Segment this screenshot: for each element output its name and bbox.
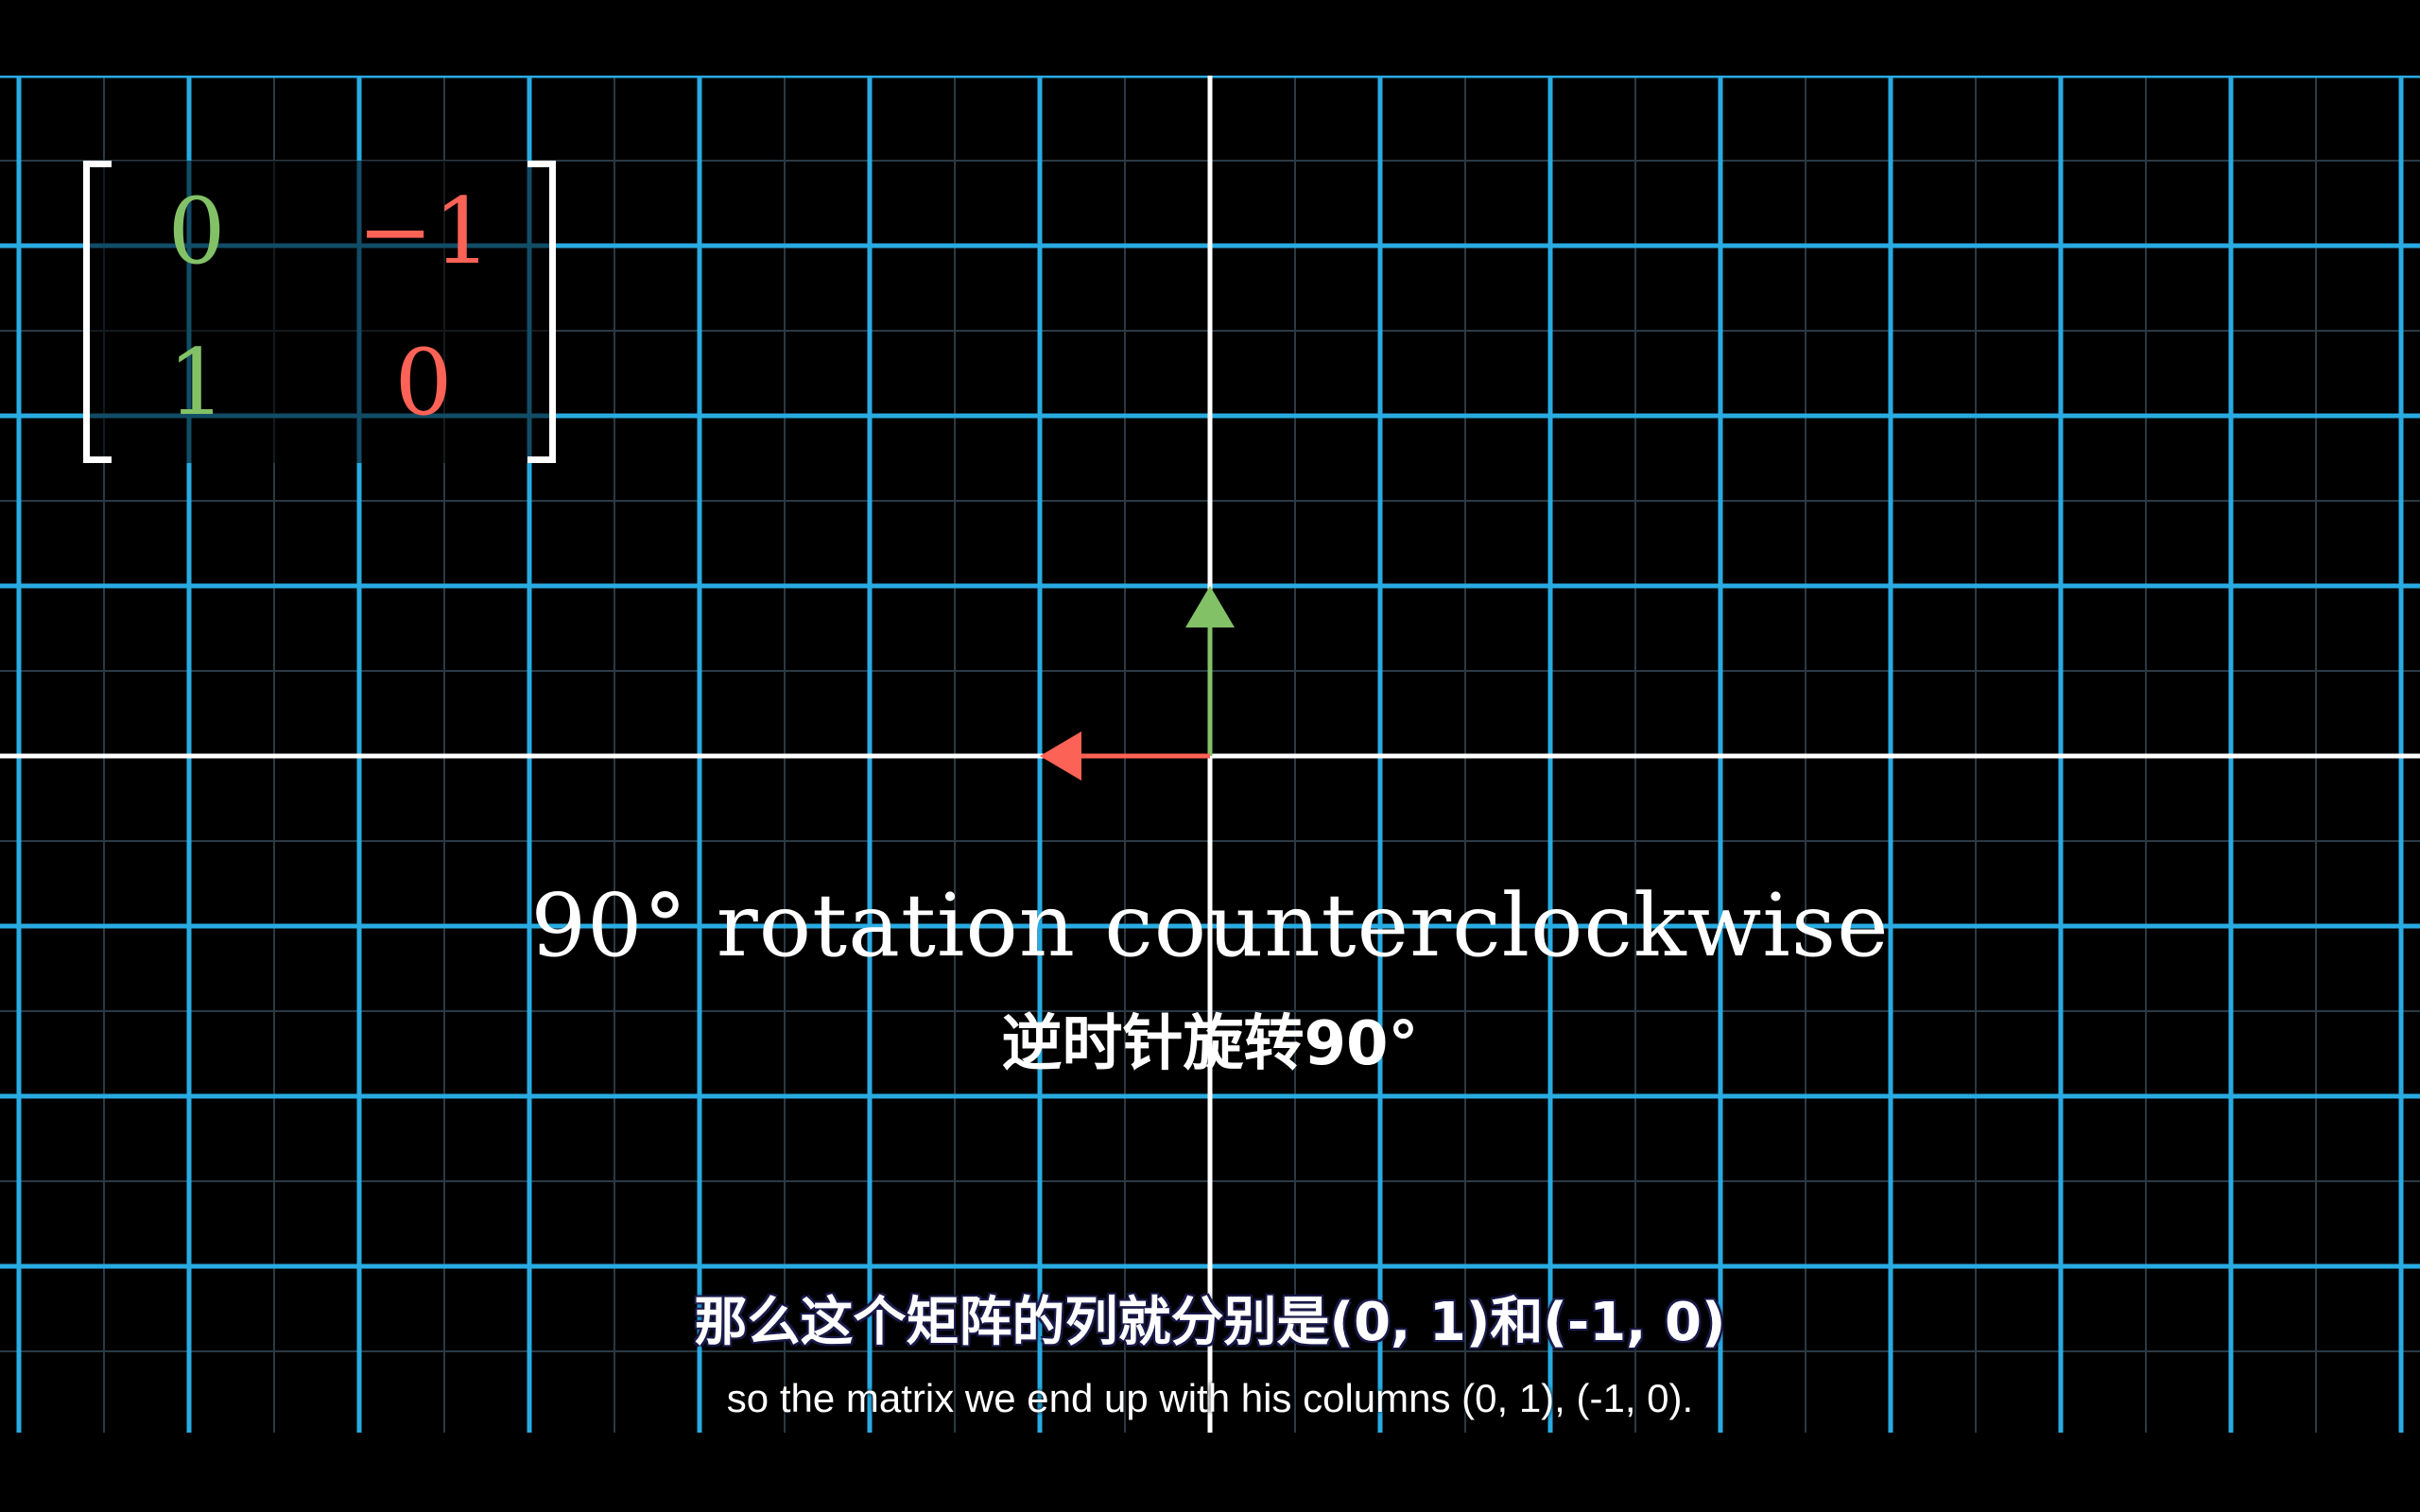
transformation-title: 90° rotation counterclockwise <box>530 875 1890 976</box>
video-frame: 0 1 −1 0 90° rotation counterclockwise 逆… <box>0 0 2420 1512</box>
basis-vectors <box>1040 586 1235 781</box>
matrix-entry-r2c1: 1 <box>167 330 226 436</box>
matrix-entry-r1c1: 0 <box>167 179 226 284</box>
transformation-title-chinese: 逆时针旋转90° <box>1001 1009 1419 1079</box>
matrix-entry-r1c2: −1 <box>357 179 492 284</box>
rotation-matrix: 0 1 −1 0 <box>83 161 556 463</box>
subtitle-chinese: 那么这个矩阵的列就分别是(0, 1)和(-1, 0) <box>694 1292 1726 1353</box>
animation-canvas: 0 1 −1 0 90° rotation counterclockwise 逆… <box>0 76 2420 1433</box>
i_hat-vector-arrowhead <box>1185 586 1235 627</box>
matrix-entry-r2c2: 0 <box>394 330 453 436</box>
matrix-right-bracket <box>527 161 556 463</box>
subtitle-english: so the matrix we end up with his columns… <box>726 1376 1694 1420</box>
matrix-left-bracket <box>83 161 112 463</box>
j_hat-vector-arrowhead <box>1040 731 1081 781</box>
